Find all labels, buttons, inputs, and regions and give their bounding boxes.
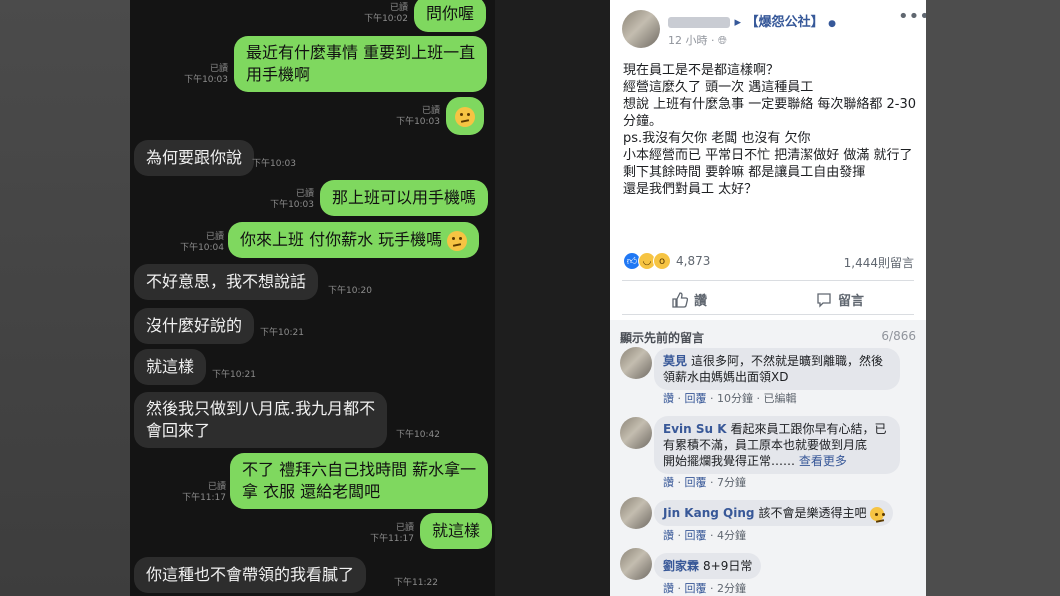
comment-like-link[interactable]: 讚	[663, 529, 674, 542]
comment-reply-link[interactable]: 回覆	[685, 529, 707, 542]
comment-label: 留言	[838, 294, 865, 309]
view-previous-comments-link[interactable]: 顯示先前的留言	[620, 329, 704, 346]
comment-text: 領薪水由媽媽出面領XD	[663, 370, 789, 384]
comment-bubble: 劉家霖 8+9日常	[654, 553, 762, 579]
message-time: 下午11:22	[394, 578, 438, 588]
incoming-message: 就這樣	[134, 349, 207, 385]
chat-screenshot: 問你喔 已讀 下午10:02 最近有什麼事情 重要到上班一直 用手機啊 已讀 下午10…	[130, 0, 495, 596]
comments-page-count: 6/866	[881, 329, 916, 343]
message-meta: 已讀 下午11:17	[182, 482, 226, 503]
right-blurred-background	[926, 0, 1060, 596]
outgoing-message	[446, 97, 484, 135]
comment-like-link[interactable]: 讚	[663, 476, 674, 489]
message-meta: 已讀 下午11:17	[370, 523, 414, 544]
group-name[interactable]: ▸ 【爆怨公社】	[735, 15, 824, 30]
post-author[interactable]: ▸ 【爆怨公社】 ●	[668, 11, 836, 30]
comment-like-link[interactable]: 讚	[663, 392, 674, 405]
message-time: 下午10:20	[328, 286, 372, 296]
outgoing-message: 那上班可以用手機嗎	[320, 180, 489, 216]
message-meta: 已讀 下午10:03	[270, 189, 314, 210]
message-time: 下午10:03	[252, 159, 296, 169]
comment-time[interactable]: 4分鐘	[717, 529, 746, 542]
commenter-name[interactable]: 劉家霖	[663, 559, 699, 573]
comment-text: 這很多阿，不然就是曠到離職，然後	[691, 354, 884, 368]
divider	[622, 314, 914, 315]
post-timestamp[interactable]: 12 小時 · 🌐︎	[668, 32, 727, 48]
comment-reply-link[interactable]: 回覆	[685, 582, 707, 595]
comment-bubble: Evin Su K 看起來員工跟你早有心結，已有累積不滿，員工原本也就要做到月底開…	[654, 416, 900, 474]
thinking-emoji	[447, 230, 468, 251]
left-blurred-background	[0, 0, 130, 596]
comment-text: 看起來員工跟你早有心結，已	[730, 422, 887, 436]
comment-text: 有累積不滿，員工原本也就要做到月底	[663, 438, 868, 452]
status-dot: ●	[828, 19, 836, 29]
outgoing-message: 你來上班 付你薪水 玩手機嗎	[228, 222, 480, 258]
more-options-icon[interactable]: •••	[898, 6, 926, 27]
comment-bubble: 莫見 這很多阿，不然就是曠到離職，然後領薪水由媽媽出面領XD	[654, 348, 900, 390]
incoming-message: 為何要跟你說	[134, 140, 255, 176]
comment-reply-link[interactable]: 回覆	[685, 476, 707, 489]
wow-reaction-icon: o	[653, 252, 671, 270]
comment-like-link[interactable]: 讚	[663, 582, 674, 595]
outgoing-message: 就這樣	[420, 513, 493, 549]
outgoing-message: 不了 禮拜六自己找時間 薪水拿一拿 衣服 還給老闆吧	[230, 453, 489, 509]
message-meta: 已讀 下午10:03	[184, 64, 228, 85]
comment-time[interactable]: 10分鐘	[717, 392, 753, 405]
globe-icon: 🌐︎	[718, 34, 727, 47]
incoming-message: 然後我只做到八月底.我九月都不 會回來了	[134, 392, 388, 448]
message-time: 下午10:42	[396, 430, 440, 440]
thumbs-up-icon	[672, 291, 688, 308]
post-body: 現在員工是不是都這樣啊？ 經營這麼久了 頭一次 遇這種員工 想說 上班有什麼急事…	[623, 63, 917, 197]
facebook-post-panel: ▸ 【爆怨公社】 ● 12 小時 · 🌐︎ ••• 現在員工是不是都這樣啊？ 經…	[610, 0, 926, 596]
reaction-count: 4,873	[676, 254, 711, 268]
message-meta: 已讀 下午10:03	[396, 106, 440, 127]
divider	[622, 280, 914, 281]
commenter-avatar[interactable]	[620, 417, 652, 449]
comment-bubble: Jin Kang Qing 該不會是樂透得主吧	[654, 500, 894, 526]
see-more-link[interactable]: 查看更多	[799, 454, 847, 468]
edited-label: 已編輯	[763, 392, 797, 405]
commenter-name[interactable]: 莫見	[663, 354, 687, 368]
comment-text: 該不會是樂透得主吧	[758, 506, 867, 520]
comment-count[interactable]: 1,444則留言	[844, 254, 914, 271]
commenter-avatar[interactable]	[620, 548, 652, 580]
like-label: 讚	[694, 294, 708, 309]
laughing-emoji	[870, 506, 885, 521]
outgoing-message: 問你喔	[414, 0, 487, 32]
thinking-emoji	[455, 106, 475, 127]
incoming-message: 不好意思，我不想說話	[134, 264, 319, 300]
comment-time[interactable]: 2分鐘	[717, 582, 746, 595]
comment-time[interactable]: 7分鐘	[717, 476, 746, 489]
incoming-message: 沒什麼好說的	[134, 308, 255, 344]
commenter-avatar[interactable]	[620, 497, 652, 529]
commenter-name[interactable]: Jin Kang Qing	[663, 506, 754, 520]
outgoing-message: 最近有什麼事情 重要到上班一直 用手機啊	[234, 36, 488, 92]
blurred-name	[668, 17, 730, 28]
like-button[interactable]: 讚	[672, 290, 707, 309]
commenter-avatar[interactable]	[620, 347, 652, 379]
reaction-summary[interactable]: 👍︎ ◡ o 4,873	[623, 252, 710, 270]
comments-section: 顯示先前的留言 6/866 莫見 這很多阿，不然就是曠到離職，然後領薪水由媽媽出面…	[610, 320, 926, 596]
comment-reply-link[interactable]: 回覆	[685, 392, 707, 405]
comment-icon	[817, 292, 831, 308]
comment-text: 8+9日常	[703, 559, 753, 573]
comment-actions: 讚 · 回覆 · 4分鐘	[663, 529, 746, 542]
comment-actions: 讚 · 回覆 · 10分鐘 · 已編輯	[663, 392, 797, 405]
author-avatar[interactable]	[622, 10, 660, 48]
message-meta: 已讀 下午10:02	[364, 3, 408, 24]
incoming-message: 你這種也不會帶領的我看膩了	[134, 557, 367, 593]
commenter-name[interactable]: Evin Su K	[663, 422, 727, 436]
comment-button[interactable]: 留言	[816, 290, 864, 309]
comment-actions: 讚 · 回覆 · 2分鐘	[663, 582, 746, 595]
message-meta: 已讀 下午10:04	[180, 232, 224, 253]
comment-actions: 讚 · 回覆 · 7分鐘	[663, 476, 746, 489]
message-time: 下午10:21	[212, 370, 256, 380]
blurred-divider-background	[495, 0, 610, 596]
message-time: 下午10:21	[260, 328, 304, 338]
comment-text: 開始擺爛我覺得正常……	[663, 454, 796, 468]
